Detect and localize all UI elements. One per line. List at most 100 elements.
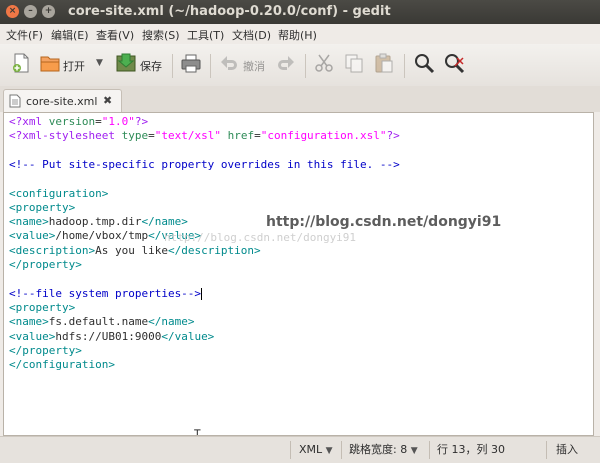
undo-icon: [221, 56, 237, 70]
code-token: "configuration.xsl": [260, 129, 387, 143]
code-token: <description>: [9, 243, 96, 257]
new-document-button[interactable]: [10, 52, 34, 78]
text-editor[interactable]: </configuration> </property> <value>hdfs:/…: [3, 112, 594, 436]
menu-view[interactable]: 查看(V): [96, 27, 134, 43]
undo-label: 撤消: [243, 60, 265, 73]
menu-tools[interactable]: 工具(T): [187, 27, 224, 43]
paste-icon: [375, 53, 393, 73]
code-token: <!-- Put site-specific property override…: [9, 157, 400, 171]
code-token: <value>: [9, 229, 56, 243]
code-line: </property>: [9, 344, 82, 358]
status-separator: [546, 441, 547, 459]
copy-icon: [345, 54, 363, 73]
open-label: 打开: [63, 60, 85, 73]
close-window-button[interactable]: ×: [6, 5, 19, 18]
code-line: <!--file system properties-->: [9, 286, 203, 301]
open-recent-dropdown[interactable]: ▼: [94, 52, 108, 78]
code-token: </value>: [161, 329, 215, 343]
maximize-window-button[interactable]: +: [42, 5, 55, 18]
language-selector[interactable]: XML ▼: [299, 440, 333, 460]
copy-button[interactable]: [343, 52, 367, 78]
status-separator: [341, 441, 342, 459]
code-token: ?>: [386, 129, 400, 143]
find-replace-button[interactable]: [443, 52, 469, 78]
open-folder-icon: [40, 56, 60, 72]
print-button[interactable]: [180, 52, 204, 78]
tab-width-selector[interactable]: 跳格宽度: 8 ▼: [349, 440, 418, 460]
cursor-position: 行 13，列 30: [437, 443, 505, 456]
menu-file[interactable]: 文件(F): [6, 27, 43, 43]
watermark-faint: http://blog.csdn.net/dongyi91: [164, 231, 357, 244]
code-token: <!--file system properties-->: [9, 286, 202, 300]
find-replace-icon: [445, 54, 465, 74]
new-document-icon: [13, 53, 29, 73]
code-line: <name>fs.default.name</name>: [9, 315, 194, 329]
code-token: version: [42, 115, 96, 128]
code-line: </configuration>: [9, 358, 115, 372]
find-icon: [415, 54, 435, 74]
code-token: "text/xsl": [154, 129, 221, 143]
code-token: fs.default.name: [48, 315, 149, 329]
code-token: <?xml-stylesheet: [9, 129, 115, 143]
toolbar-separator: [404, 54, 405, 78]
code-token: </name>: [148, 315, 195, 329]
toolbar-separator: [172, 54, 173, 78]
code-line: <name>hadoop.tmp.dir</name>: [9, 215, 188, 229]
status-separator: [429, 441, 430, 459]
print-icon: [181, 54, 201, 73]
code-token: </description>: [167, 243, 261, 257]
code-line: <?xml version="1.0"?>: [9, 115, 148, 129]
code-token: <?xml: [9, 115, 43, 128]
toolbar: 打开 ▼ 保存 撤消: [0, 44, 600, 87]
code-token: </configuration>: [9, 358, 115, 372]
code-token: <property>: [9, 300, 76, 314]
code-token: </name>: [141, 215, 188, 229]
redo-button[interactable]: [275, 52, 299, 78]
document-tab-bar: core-site.xml ✖: [0, 86, 600, 113]
title-bar: × – + core-site.xml (~/hadoop-0.20.0/con…: [0, 0, 600, 24]
minimize-window-button[interactable]: –: [24, 5, 37, 18]
code-token: /home/vbox/tmp: [55, 229, 149, 243]
text-document-icon: [9, 94, 21, 108]
dropdown-arrow-icon: ▼: [325, 446, 333, 456]
undo-button[interactable]: 撤消: [218, 52, 270, 78]
status-separator: [290, 441, 291, 459]
close-tab-icon[interactable]: ✖: [103, 94, 112, 107]
code-token: =: [254, 129, 261, 143]
code-token: <configuration>: [9, 186, 109, 200]
code-token: <property>: [9, 200, 76, 214]
menu-edit[interactable]: 编辑(E): [51, 27, 89, 43]
cut-button[interactable]: [313, 52, 337, 78]
code-token: ?>: [134, 115, 149, 128]
status-bar: XML ▼ 跳格宽度: 8 ▼ 行 13，列 30 插入: [0, 436, 600, 463]
code-line: <property>: [9, 301, 75, 315]
save-label: 保存: [140, 60, 162, 73]
code-line: <!-- Put site-specific property override…: [9, 158, 400, 172]
code-token: <name>: [9, 315, 49, 329]
code-line: <value>hdfs://UB01:9000</value>: [9, 330, 214, 344]
open-button[interactable]: 打开: [39, 52, 89, 78]
code-line: <?xml-stylesheet type="text/xsl" href="c…: [9, 129, 400, 143]
code-line: </property>: [9, 258, 82, 272]
text-caret: [201, 287, 203, 300]
menu-help[interactable]: 帮助(H): [278, 27, 317, 43]
code-line: <description>As you like</description>: [9, 244, 261, 258]
code-token: =: [95, 115, 102, 128]
code-token: hadoop.tmp.dir: [48, 215, 142, 229]
window-title: core-site.xml (~/hadoop-0.20.0/conf) - g…: [68, 4, 391, 19]
language-label: XML: [299, 443, 323, 456]
toolbar-separator: [305, 54, 306, 78]
text-cursor-icon: Ɪ: [194, 427, 201, 436]
find-button[interactable]: [413, 52, 437, 78]
document-tab-label: core-site.xml: [26, 95, 98, 108]
paste-button[interactable]: [373, 52, 397, 78]
document-tab[interactable]: core-site.xml ✖: [3, 89, 122, 113]
menu-documents[interactable]: 文档(D): [232, 27, 271, 43]
code-token: href: [220, 129, 255, 143]
save-button[interactable]: 保存: [115, 52, 165, 78]
cut-icon: [315, 54, 333, 72]
menu-search[interactable]: 搜索(S): [142, 27, 180, 43]
redo-icon: [278, 56, 294, 70]
code-token: </property>: [9, 258, 82, 271]
code-token: <value>: [9, 329, 56, 343]
